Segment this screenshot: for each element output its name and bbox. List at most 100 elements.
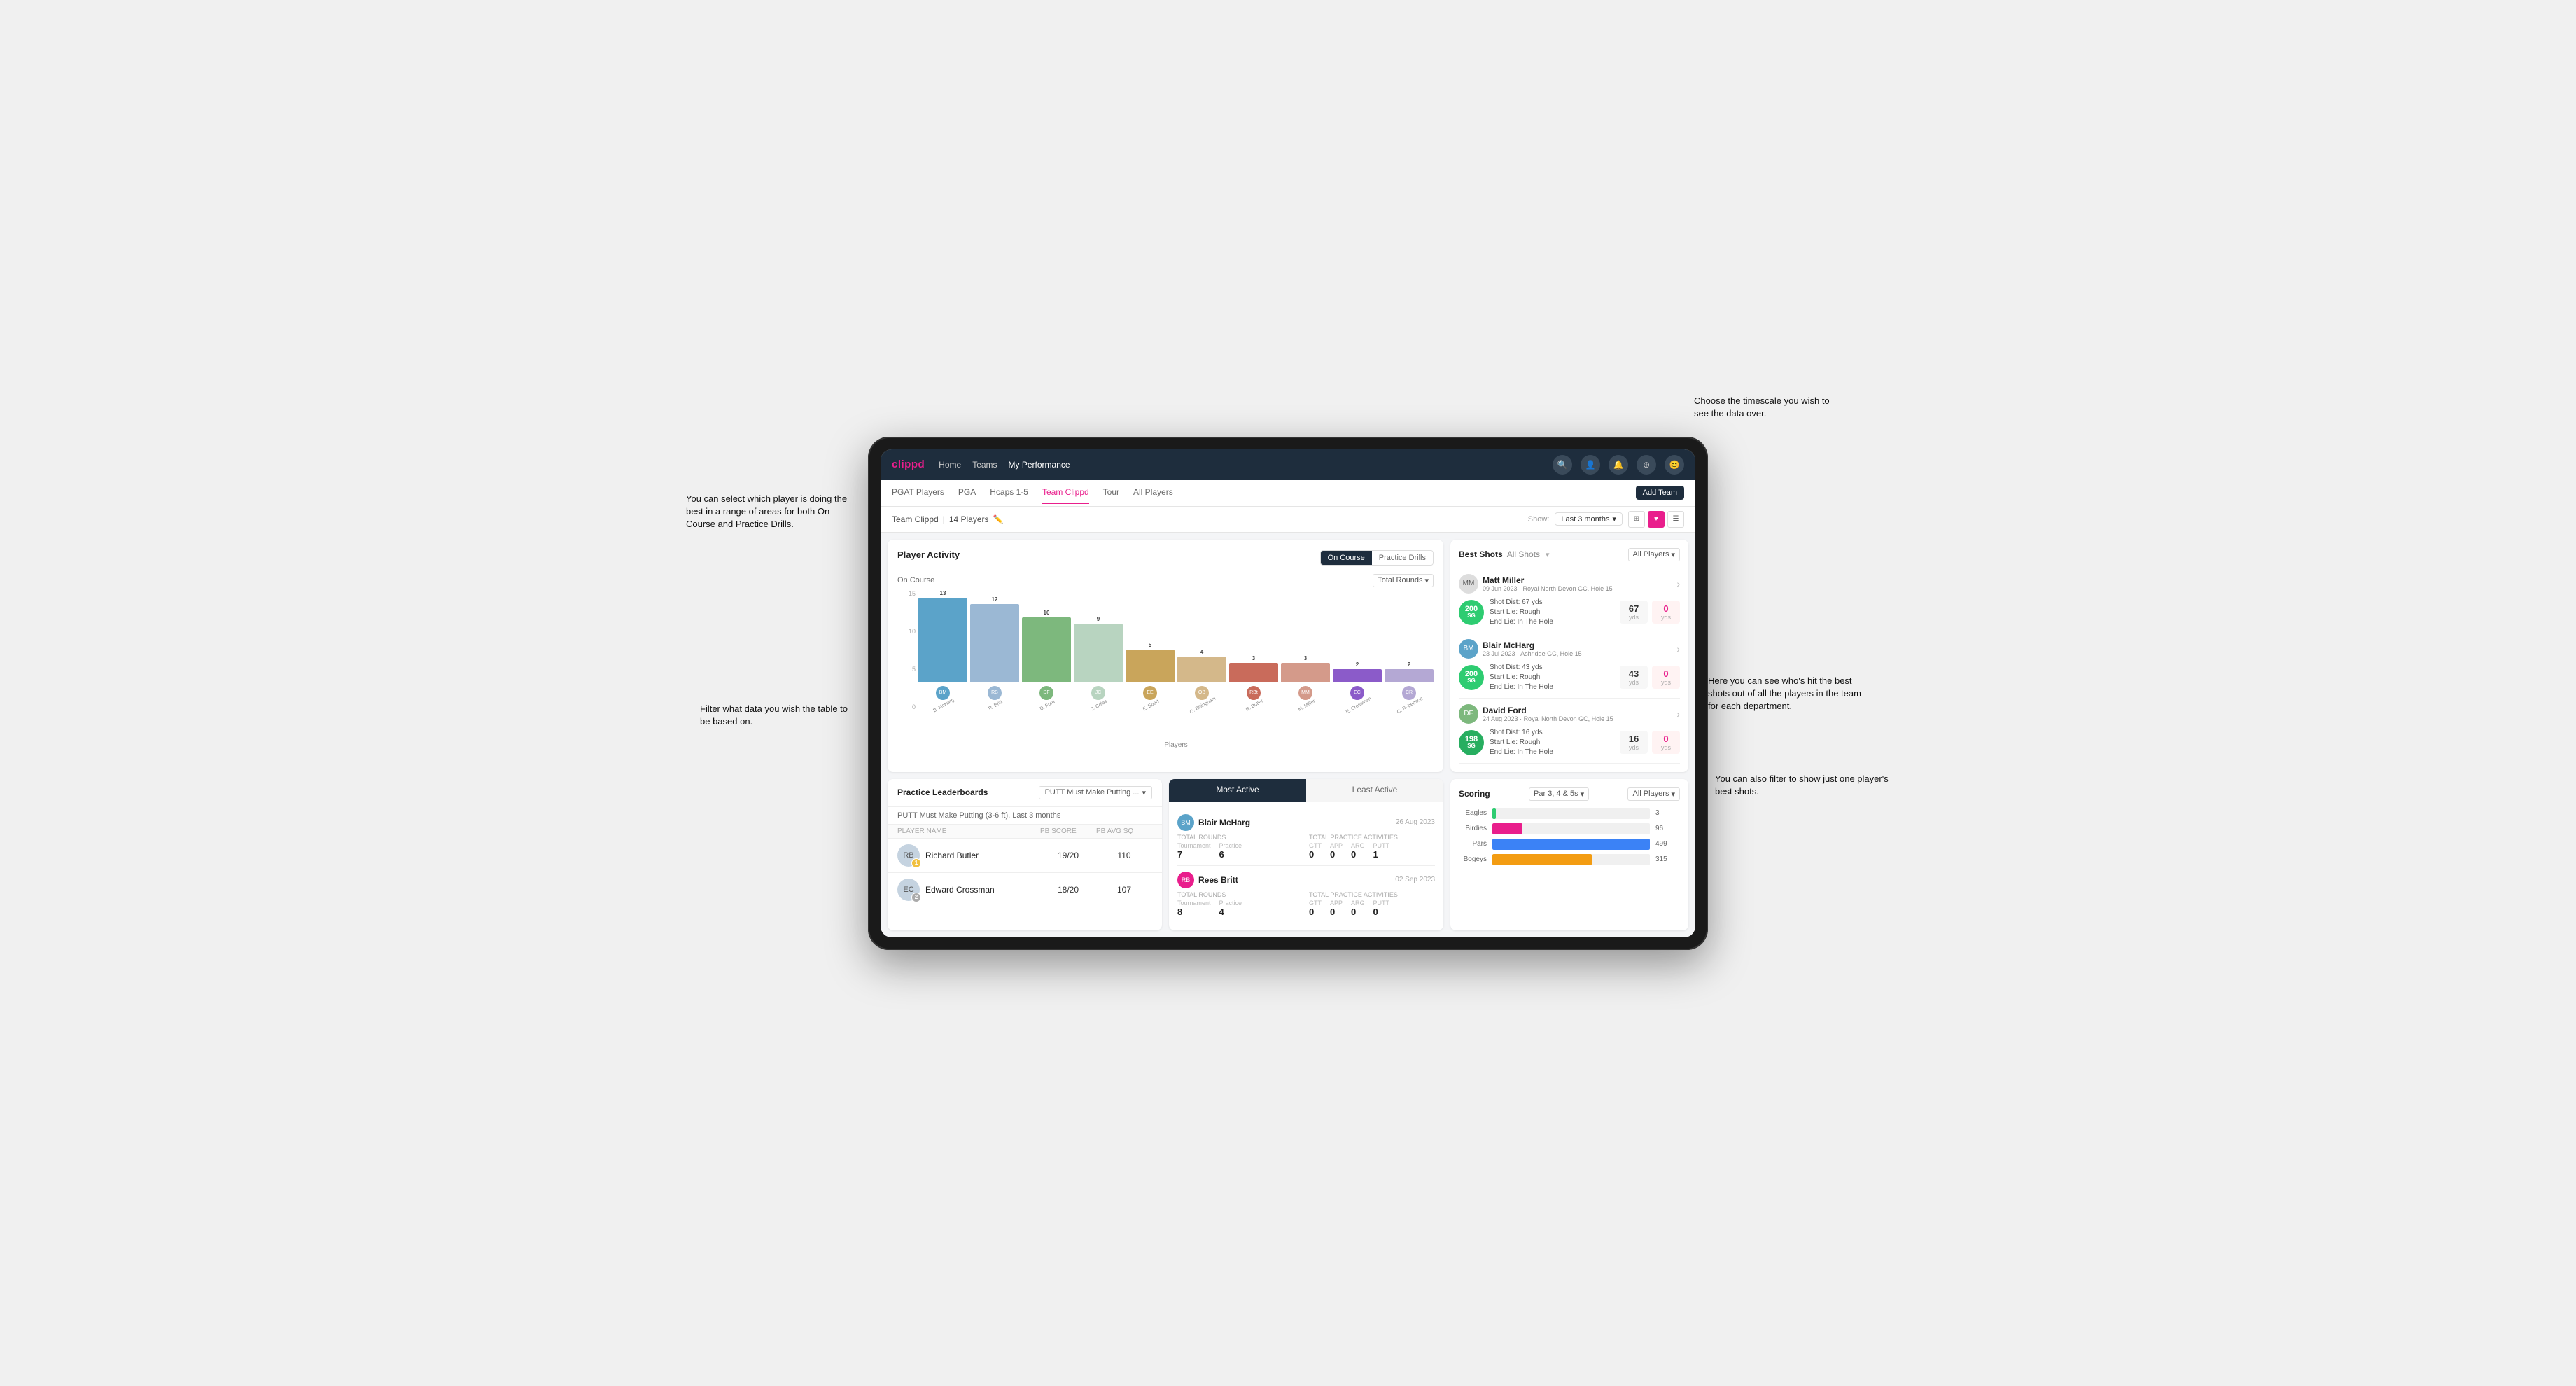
shot-text-david: Shot Dist: 16 yds Start Lie: Rough End L…	[1490, 728, 1614, 757]
sub-nav: PGAT Players PGA Hcaps 1-5 Team Clippd T…	[881, 480, 1695, 507]
gtt-stat-rees: GTT 0	[1309, 899, 1322, 917]
edit-icon[interactable]: ✏️	[993, 514, 1004, 524]
scoring-label-0: Eagles	[1459, 809, 1487, 817]
bar-value-3: 9	[1097, 616, 1100, 622]
arg-stat-rees: ARG 0	[1351, 899, 1365, 917]
practice-drills-toggle[interactable]: Practice Drills	[1372, 551, 1433, 565]
practice-avg-1: 110	[1096, 850, 1152, 860]
scoring-val-1: 96	[1656, 825, 1680, 832]
scoring-track-3	[1492, 854, 1650, 865]
avatar-icon[interactable]: 😊	[1665, 455, 1684, 475]
shot-metrics-blair: 43 yds 0 yds	[1620, 666, 1680, 689]
tab-hcaps[interactable]: Hcaps 1-5	[990, 482, 1028, 504]
scoring-row-3: Bogeys 315	[1459, 854, 1680, 865]
scoring-title: Scoring	[1459, 789, 1490, 799]
practice-name-2: Edward Crossman	[925, 885, 995, 895]
add-team-button[interactable]: Add Team	[1636, 486, 1684, 500]
bar-value-6: 3	[1252, 655, 1255, 662]
all-players-filter[interactable]: All Players ▾	[1628, 548, 1681, 561]
app-logo: clippd	[892, 458, 925, 470]
shot-metric2-blair: 0 yds	[1652, 666, 1680, 689]
shot-player-header-david: DF David Ford 24 Aug 2023 · Royal North …	[1459, 704, 1680, 724]
shot-item-david: DF David Ford 24 Aug 2023 · Royal North …	[1459, 699, 1680, 764]
shot-item-matt: MM Matt Miller 09 Jun 2023 · Royal North…	[1459, 568, 1680, 634]
shot-chevron-matt[interactable]: ›	[1676, 578, 1680, 589]
best-shots-tab[interactable]: Best Shots	[1459, 550, 1503, 559]
scoring-val-3: 315	[1656, 855, 1680, 863]
activity-stat-group-practice-rees: Total Practice Activities GTT 0 APP	[1309, 891, 1435, 917]
heart-view-icon[interactable]: ♥	[1648, 511, 1665, 528]
bar-chart: 15 10 5 0 13 BM B. McHarg 12	[897, 590, 1434, 716]
nav-my-performance[interactable]: My Performance	[1009, 457, 1070, 472]
rounds-label-blair: Total Rounds	[1177, 834, 1303, 841]
shot-chevron-david[interactable]: ›	[1676, 708, 1680, 720]
rounds-label-rees: Total Rounds	[1177, 891, 1303, 898]
shot-player-name-blair: Blair McHarg	[1483, 640, 1672, 650]
scoring-fill-3	[1492, 854, 1592, 865]
shot-text-blair: Shot Dist: 43 yds Start Lie: Rough End L…	[1490, 663, 1614, 692]
scoring-filter2[interactable]: All Players ▾	[1628, 788, 1680, 801]
filter-view-icon[interactable]: ☰	[1667, 511, 1684, 528]
rounds-row-blair: Tournament 7 Practice 6	[1177, 842, 1303, 860]
bar-5	[1177, 657, 1226, 682]
bar-group-7: 3 MM M. Miller	[1281, 655, 1330, 708]
tournament-stat-rees: Tournament 8	[1177, 899, 1211, 917]
bar-group-6: 3 RBt R. Butler	[1229, 655, 1278, 708]
most-active-tab[interactable]: Most Active	[1169, 779, 1306, 802]
tab-team-clippd[interactable]: Team Clippd	[1042, 482, 1089, 504]
topbar-icons: 🔍 👤 🔔 ⊕ 😊	[1553, 455, 1684, 475]
bar-value-1: 12	[992, 596, 998, 603]
tab-all-players[interactable]: All Players	[1133, 482, 1173, 504]
practice-player-1: RB 1 Richard Butler	[897, 844, 1040, 867]
team-name: Team Clippd	[892, 514, 939, 524]
chevron-down-icon: ▾	[1612, 514, 1616, 524]
shot-avatar-blair: BM	[1459, 639, 1478, 659]
practice-filter[interactable]: PUTT Must Make Putting ... ▾	[1039, 786, 1152, 799]
tab-pgat-players[interactable]: PGAT Players	[892, 482, 944, 504]
search-icon[interactable]: 🔍	[1553, 455, 1572, 475]
player-avatar-3: JC	[1091, 686, 1105, 700]
shot-item-blair: BM Blair McHarg 23 Jul 2023 · Ashridge G…	[1459, 634, 1680, 699]
grid-view-icon[interactable]: ⊞	[1628, 511, 1645, 528]
shot-chevron-blair[interactable]: ›	[1676, 643, 1680, 654]
on-course-toggle[interactable]: On Course	[1321, 551, 1372, 565]
scoring-filter1[interactable]: Par 3, 4 & 5s ▾	[1529, 788, 1589, 801]
nav-teams[interactable]: Teams	[972, 457, 997, 472]
tab-tour[interactable]: Tour	[1103, 482, 1119, 504]
x-axis-label: Players	[897, 724, 1434, 749]
practice-stat-blair: Practice 6	[1219, 842, 1242, 860]
show-label: Show:	[1528, 515, 1550, 524]
activity-stat-group-rounds-blair: Total Rounds Tournament 7 Practice	[1177, 834, 1303, 860]
bar-8	[1333, 669, 1382, 682]
practice-avatar-1: RB 1	[897, 844, 920, 867]
scoring-fill-2	[1492, 839, 1650, 850]
bar-group-3: 9 JC J. Coles	[1074, 616, 1123, 708]
tab-pga[interactable]: PGA	[958, 482, 976, 504]
activity-content: BM Blair McHarg 26 Aug 2023 Total Rounds	[1169, 802, 1443, 930]
bell-icon[interactable]: 🔔	[1609, 455, 1628, 475]
annotation-mid-left: Filter what data you wish the table to b…	[700, 703, 854, 728]
activity-stats-blair: Total Rounds Tournament 7 Practice	[1177, 834, 1435, 860]
annotation-top-right: Choose the timescale you wish to see the…	[1694, 395, 1834, 420]
shot-player-header-blair: BM Blair McHarg 23 Jul 2023 · Ashridge G…	[1459, 639, 1680, 659]
people-icon[interactable]: 👤	[1581, 455, 1600, 475]
shot-text-matt: Shot Dist: 67 yds Start Lie: Rough End L…	[1490, 598, 1614, 627]
practice-stat-rees: Practice 4	[1219, 899, 1242, 917]
months-select[interactable]: Last 3 months ▾	[1555, 512, 1623, 526]
practice-header: Practice Leaderboards PUTT Must Make Put…	[888, 779, 1162, 807]
practice-player-2: EC 2 Edward Crossman	[897, 878, 1040, 901]
nav-home[interactable]: Home	[939, 457, 961, 472]
activity-date-rees: 02 Sep 2023	[1395, 876, 1435, 883]
bar-2	[1022, 617, 1071, 682]
all-shots-tab[interactable]: All Shots	[1507, 550, 1540, 559]
chart-filter[interactable]: Total Rounds ▾	[1373, 574, 1434, 587]
practice-row-rees: GTT 0 APP 0	[1309, 899, 1435, 917]
shot-metric2-matt: 0 yds	[1652, 601, 1680, 624]
shot-metrics-matt: 67 yds 0 yds	[1620, 601, 1680, 624]
least-active-tab[interactable]: Least Active	[1306, 779, 1443, 802]
app-stat-blair: APP 0	[1330, 842, 1343, 860]
scoring-bars: Eagles 3 Birdies 96 Pars 499 Bogeys 315	[1459, 808, 1680, 865]
bar-0	[918, 598, 967, 682]
activity-stat-group-practice-blair: Total Practice Activities GTT 0 APP	[1309, 834, 1435, 860]
plus-icon[interactable]: ⊕	[1637, 455, 1656, 475]
